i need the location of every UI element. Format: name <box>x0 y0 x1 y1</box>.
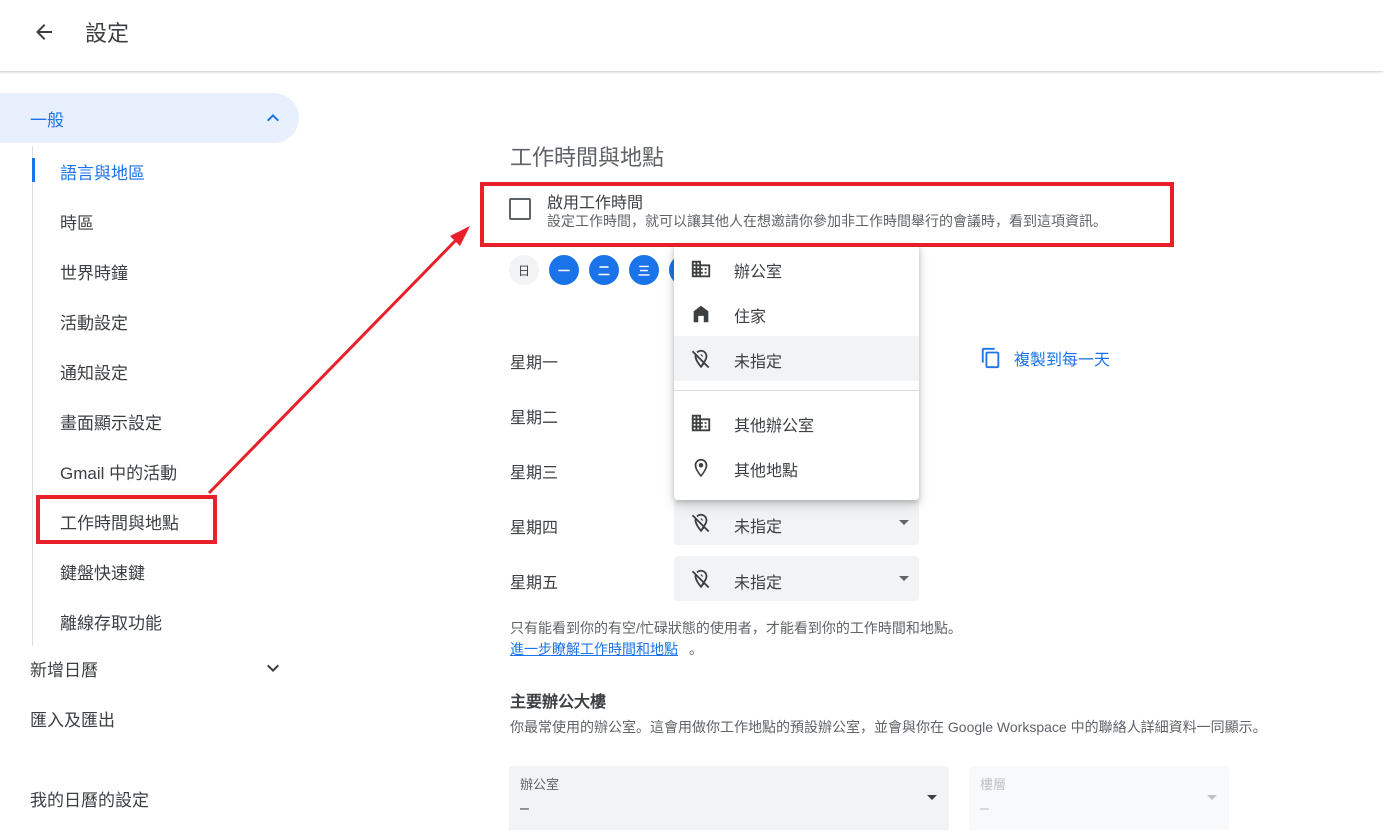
annotation-arrow <box>207 226 470 495</box>
